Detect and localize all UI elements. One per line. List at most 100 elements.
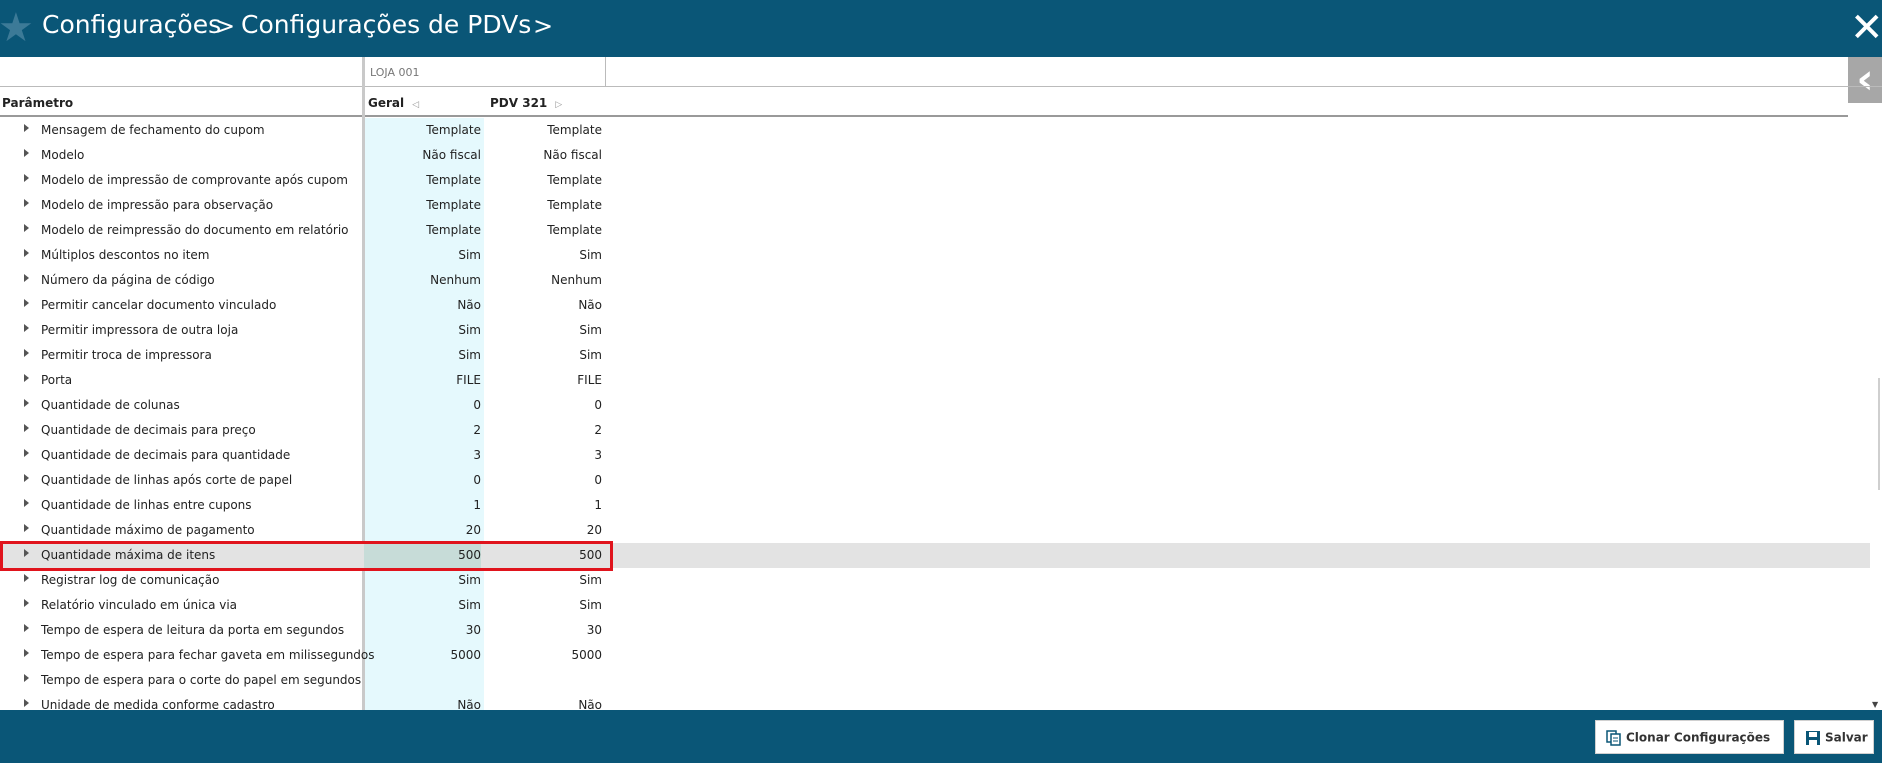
geral-value-cell[interactable]: Sim <box>364 573 481 587</box>
table-row[interactable]: Quantidade de linhas entre cupons 1 1 <box>0 493 1870 518</box>
table-row[interactable]: Quantidade máximo de pagamento 20 20 <box>0 518 1870 543</box>
geral-value-cell[interactable]: Sim <box>364 248 481 262</box>
expand-row-arrow-icon[interactable] <box>24 624 29 632</box>
close-icon[interactable]: ✕ <box>1850 6 1882 50</box>
pdv-value-cell[interactable]: Não <box>484 698 602 710</box>
pdv-value-cell[interactable]: 1 <box>484 498 602 512</box>
expand-row-arrow-icon[interactable] <box>24 174 29 182</box>
geral-value-cell[interactable]: 20 <box>364 523 481 537</box>
expand-row-arrow-icon[interactable] <box>24 649 29 657</box>
table-row[interactable]: Número da página de código Nenhum Nenhum <box>0 268 1870 293</box>
favorite-star-icon[interactable]: ★ <box>0 8 34 48</box>
table-row[interactable]: Mensagem de fechamento do cupom Template T… <box>0 118 1870 143</box>
table-row[interactable]: Modelo Não fiscal Não fiscal <box>0 143 1870 168</box>
table-row[interactable]: Modelo de impressão de comprovante após … <box>0 168 1870 193</box>
expand-row-arrow-icon[interactable] <box>24 449 29 457</box>
pdv-value-cell[interactable]: Sim <box>484 573 602 587</box>
table-row[interactable]: Unidade de medida conforme cadastro Não Nã… <box>0 693 1870 710</box>
geral-value-cell[interactable]: 0 <box>364 398 481 412</box>
geral-value-cell[interactable]: 30 <box>364 623 481 637</box>
geral-value-cell[interactable]: 1 <box>364 498 481 512</box>
expand-row-arrow-icon[interactable] <box>24 124 29 132</box>
table-row[interactable]: Permitir cancelar documento vinculado Não… <box>0 293 1870 318</box>
pdv-value-cell[interactable]: Template <box>484 223 602 237</box>
table-row[interactable]: Quantidade de linhas após corte de papel… <box>0 468 1870 493</box>
pdv-value-cell[interactable]: Sim <box>484 248 602 262</box>
pdv-value-cell[interactable]: Sim <box>484 348 602 362</box>
pdv-value-cell[interactable]: Sim <box>484 598 602 612</box>
table-row[interactable]: Quantidade de colunas 0 0 <box>0 393 1870 418</box>
expand-row-arrow-icon[interactable] <box>24 224 29 232</box>
pdv-value-cell[interactable]: Não fiscal <box>484 148 602 162</box>
table-row[interactable]: Relatório vinculado em única via Sim Sim <box>0 593 1870 618</box>
table-row[interactable]: Múltiplos descontos no item Sim Sim <box>0 243 1870 268</box>
geral-value-cell[interactable]: FILE <box>364 373 481 387</box>
geral-value-cell[interactable]: Template <box>364 223 481 237</box>
table-row[interactable]: Modelo de impressão para observação Templ… <box>0 193 1870 218</box>
expand-row-arrow-icon[interactable] <box>24 149 29 157</box>
scroll-right-triangle-icon[interactable]: ▷ <box>555 100 562 110</box>
geral-value-cell[interactable]: Não fiscal <box>364 148 481 162</box>
column-header-pdv[interactable]: PDV 321 ▷ <box>490 96 562 110</box>
table-row[interactable]: Tempo de espera para o corte do papel em… <box>0 668 1870 693</box>
table-row[interactable]: Quantidade de decimais para quantidade 3 3 <box>0 443 1870 468</box>
expand-row-arrow-icon[interactable] <box>24 299 29 307</box>
scroll-down-arrow-icon[interactable]: ▼ <box>1872 700 1878 709</box>
breadcrumb-configuracoes-pdvs[interactable]: Configurações de PDVs <box>241 10 531 39</box>
pdv-value-cell[interactable]: Nenhum <box>484 273 602 287</box>
breadcrumb-configuracoes[interactable]: Configurações <box>42 10 221 39</box>
pdv-value-cell[interactable]: Não <box>484 298 602 312</box>
save-button[interactable]: Salvar <box>1794 720 1874 754</box>
column-header-parametro[interactable]: Parâmetro <box>2 96 73 110</box>
geral-value-cell[interactable]: 2 <box>364 423 481 437</box>
geral-value-cell[interactable]: Template <box>364 123 481 137</box>
geral-value-cell[interactable]: Sim <box>364 598 481 612</box>
pdv-value-cell[interactable]: 0 <box>484 398 602 412</box>
table-row[interactable]: Quantidade de decimais para preço 2 2 <box>0 418 1870 443</box>
pdv-value-cell[interactable]: 2 <box>484 423 602 437</box>
geral-value-cell[interactable]: Template <box>364 173 481 187</box>
pdv-value-cell[interactable]: FILE <box>484 373 602 387</box>
geral-value-cell[interactable]: Nenhum <box>364 273 481 287</box>
column-header-geral[interactable]: Geral ◁ <box>368 96 419 110</box>
table-row[interactable]: Permitir troca de impressora Sim Sim <box>0 343 1870 368</box>
geral-value-cell[interactable]: Sim <box>364 323 481 337</box>
expand-row-arrow-icon[interactable] <box>24 524 29 532</box>
expand-row-arrow-icon[interactable] <box>24 474 29 482</box>
breadcrumb-next-icon[interactable]: > <box>533 12 553 40</box>
expand-row-arrow-icon[interactable] <box>24 499 29 507</box>
geral-value-cell[interactable]: Não <box>364 298 481 312</box>
geral-value-cell[interactable]: Sim <box>364 348 481 362</box>
expand-row-arrow-icon[interactable] <box>24 599 29 607</box>
pdv-value-cell[interactable]: 5000 <box>484 648 602 662</box>
expand-row-arrow-icon[interactable] <box>24 324 29 332</box>
expand-row-arrow-icon[interactable] <box>24 199 29 207</box>
pdv-value-cell[interactable]: 30 <box>484 623 602 637</box>
expand-row-arrow-icon[interactable] <box>24 399 29 407</box>
geral-value-cell[interactable]: 5000 <box>364 648 481 662</box>
table-row[interactable]: Tempo de espera de leitura da porta em s… <box>0 618 1870 643</box>
table-row[interactable]: Porta FILE FILE <box>0 368 1870 393</box>
geral-value-cell[interactable]: 3 <box>364 448 481 462</box>
expand-row-arrow-icon[interactable] <box>24 349 29 357</box>
table-row[interactable]: Modelo de reimpressão do documento em re… <box>0 218 1870 243</box>
expand-row-arrow-icon[interactable] <box>24 249 29 257</box>
table-row[interactable]: Permitir impressora de outra loja Sim Sim <box>0 318 1870 343</box>
pdv-value-cell[interactable]: 3 <box>484 448 602 462</box>
table-row[interactable]: Tempo de espera para fechar gaveta em mi… <box>0 643 1870 668</box>
geral-value-cell[interactable]: Template <box>364 198 481 212</box>
vertical-scrollbar[interactable] <box>1878 378 1880 490</box>
pdv-value-cell[interactable]: Sim <box>484 323 602 337</box>
geral-value-cell[interactable]: Não <box>364 698 481 710</box>
scroll-left-triangle-icon[interactable]: ◁ <box>412 100 419 110</box>
expand-row-arrow-icon[interactable] <box>24 574 29 582</box>
expand-row-arrow-icon[interactable] <box>24 699 29 707</box>
pdv-value-cell[interactable]: Template <box>484 173 602 187</box>
pdv-value-cell[interactable]: Template <box>484 198 602 212</box>
expand-row-arrow-icon[interactable] <box>24 274 29 282</box>
pdv-value-cell[interactable]: 20 <box>484 523 602 537</box>
pdv-value-cell[interactable]: 0 <box>484 473 602 487</box>
expand-row-arrow-icon[interactable] <box>24 674 29 682</box>
expand-row-arrow-icon[interactable] <box>24 424 29 432</box>
table-row[interactable]: Registrar log de comunicação Sim Sim <box>0 568 1870 593</box>
